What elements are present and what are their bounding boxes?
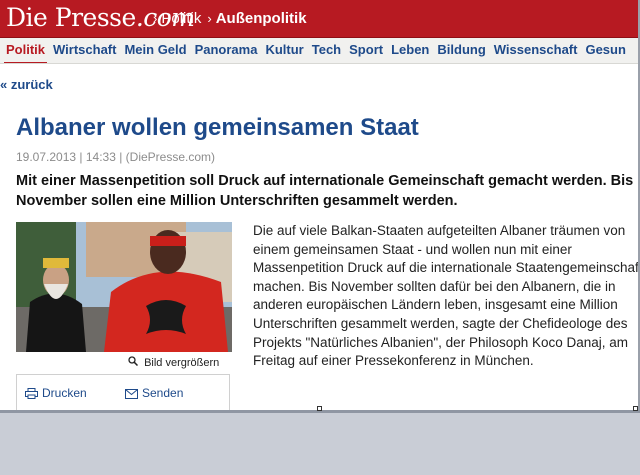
send-button[interactable]: Senden (125, 386, 183, 400)
send-label: Senden (142, 386, 184, 400)
nav-item-politik[interactable]: Politik (4, 38, 48, 63)
breadcrumb-arrow-icon: › (207, 11, 212, 26)
nav-item-leben[interactable]: Leben (389, 38, 431, 63)
logo-main: Die Presse (6, 3, 136, 32)
print-button[interactable]: Drucken (25, 386, 87, 400)
breadcrumb-current[interactable]: Außenpolitik (216, 10, 307, 27)
article-body: Die auf viele Balkan-Staaten aufgeteilte… (253, 223, 640, 369)
enlarge-image-link[interactable]: Bild vergrößern (128, 356, 219, 369)
resize-handle-corner[interactable] (633, 406, 638, 411)
resize-handle[interactable] (317, 406, 322, 411)
magnifier-icon (128, 356, 141, 369)
breadcrumb-arrow-icon: › (153, 11, 158, 26)
section-nav: Politik Wirtschaft Mein Geld Panorama Kultur… (0, 38, 638, 64)
breadcrumb-section-link[interactable]: Politik (161, 10, 201, 27)
browser-page: Die Presse.com › Politik › Außenpolitik Pol… (0, 0, 640, 410)
article-photo[interactable] (16, 222, 232, 352)
enlarge-image-label: Bild vergrößern (144, 357, 220, 369)
printer-icon (25, 388, 38, 399)
article-photo-image (16, 222, 232, 352)
nav-item-mein-geld[interactable]: Mein Geld (122, 38, 188, 63)
article-title: Albaner wollen gemeinsamen Staat (16, 114, 419, 141)
breadcrumb: › Politik › Außenpolitik (153, 10, 307, 27)
nav-item-wissenschaft[interactable]: Wissenschaft (492, 38, 580, 63)
envelope-icon (125, 389, 138, 399)
back-link[interactable]: « zurück (0, 77, 53, 92)
nav-item-bildung[interactable]: Bildung (435, 38, 487, 63)
nav-item-tech[interactable]: Tech (310, 38, 343, 63)
article-tools: Drucken Senden (16, 374, 230, 410)
nav-item-wirtschaft[interactable]: Wirtschaft (51, 38, 118, 63)
print-label: Drucken (42, 386, 87, 400)
nav-item-gesundheit[interactable]: Gesun (583, 38, 627, 63)
nav-item-kultur[interactable]: Kultur (263, 38, 305, 63)
nav-item-sport[interactable]: Sport (347, 38, 385, 63)
article-meta: 19.07.2013 | 14:33 | (DiePresse.com) (16, 150, 216, 164)
article-lead: Mit einer Massenpetition soll Druck auf … (16, 173, 634, 209)
nav-item-panorama[interactable]: Panorama (193, 38, 260, 63)
masthead: Die Presse.com › Politik › Außenpolitik (0, 0, 638, 38)
